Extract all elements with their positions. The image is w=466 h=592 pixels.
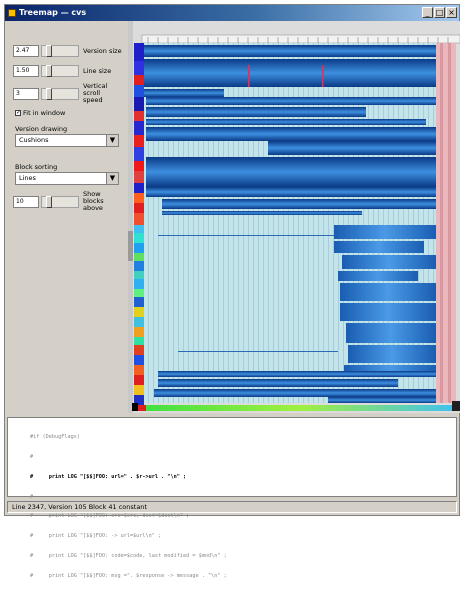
block-sorting-label: Block sorting bbox=[15, 163, 58, 171]
line-size-control: 1.50 Line size bbox=[13, 65, 111, 77]
minimize-button[interactable]: _ bbox=[422, 7, 433, 18]
slider-thumb[interactable] bbox=[46, 45, 52, 57]
code-line: # bbox=[30, 493, 34, 500]
window-title: Treemap — cvs bbox=[19, 8, 87, 17]
fit-window-checkbox[interactable]: ✓ Fit in window bbox=[15, 109, 65, 117]
version-size-slider[interactable] bbox=[41, 45, 79, 57]
version-drawing-label: Version drawing bbox=[15, 125, 68, 133]
version-drawing-select[interactable]: Cushions ▼ bbox=[15, 134, 119, 147]
code-line: # print LOG "[$$]FOO: code=$code, last m… bbox=[30, 552, 227, 559]
show-blocks-label: Show blocks above bbox=[83, 190, 104, 212]
vertical-scroll-value[interactable]: 3 bbox=[13, 87, 39, 100]
code-line: # print LOG "[$$]FOO: -> url=$url\n" ; bbox=[30, 533, 162, 540]
status-text: Line 2347, Version 105 Block 41 constant bbox=[12, 503, 147, 511]
code-line: # bbox=[30, 453, 34, 460]
show-blocks-value[interactable]: 10 bbox=[13, 195, 39, 208]
code-line: # print LOG "[$$]FOO: msg =". $response … bbox=[30, 572, 227, 579]
block-sorting-value: Lines bbox=[19, 174, 36, 182]
settings-panel: 2.47 Version size 1.50 Line size 3 Verti… bbox=[5, 21, 128, 413]
checkbox-box[interactable]: ✓ bbox=[15, 110, 21, 116]
version-blocks[interactable] bbox=[144, 43, 456, 403]
source-code-panel[interactable]: #if (DebugFlags) # # print LOG "[$$]FOO:… bbox=[7, 417, 457, 579]
app-window: Treemap — cvs _ □ × 2.47 Version size 1.… bbox=[4, 4, 460, 579]
marker-icon bbox=[138, 405, 146, 411]
app-icon bbox=[8, 9, 16, 17]
chevron-down-icon[interactable]: ▼ bbox=[106, 173, 118, 184]
version-size-value[interactable]: 2.47 bbox=[13, 45, 39, 57]
color-legend-column bbox=[134, 43, 144, 405]
slider-thumb[interactable] bbox=[46, 65, 52, 77]
version-drawing-value: Cushions bbox=[19, 136, 49, 144]
version-size-label: Version size bbox=[83, 46, 122, 55]
maximize-button[interactable]: □ bbox=[434, 7, 445, 18]
line-size-value[interactable]: 1.50 bbox=[13, 65, 39, 77]
treemap-canvas[interactable] bbox=[128, 21, 460, 413]
chevron-down-icon[interactable]: ▼ bbox=[106, 135, 118, 146]
line-size-slider[interactable] bbox=[41, 65, 79, 77]
slider-thumb[interactable] bbox=[46, 87, 52, 100]
show-blocks-slider[interactable] bbox=[41, 195, 79, 208]
status-bar: Line 2347, Version 105 Block 41 constant bbox=[7, 501, 457, 513]
right-arrow-icon[interactable] bbox=[452, 401, 460, 411]
left-arrow-icon[interactable] bbox=[132, 403, 138, 411]
fit-window-label: Fit in window bbox=[23, 109, 66, 117]
code-line: # print LOG "[$$]FOO: src=$src, dest=$de… bbox=[30, 513, 190, 520]
vertical-scroll-label: Vertical scroll speed bbox=[83, 82, 108, 104]
title-bar: Treemap — cvs _ □ × bbox=[5, 5, 459, 21]
version-timeline-strip bbox=[144, 405, 456, 411]
vertical-scroll-control: 3 Vertical scroll speed bbox=[13, 83, 117, 104]
close-button[interactable]: × bbox=[446, 7, 457, 18]
block-sorting-select[interactable]: Lines ▼ bbox=[15, 172, 119, 185]
version-size-control: 2.47 Version size bbox=[13, 45, 122, 57]
slider-thumb[interactable] bbox=[46, 195, 52, 208]
code-line-highlighted: # print LOG "[$$]FOO: url=" . $r->url . … bbox=[30, 473, 187, 480]
version-treemap-view[interactable] bbox=[128, 21, 460, 413]
show-blocks-control: 10 Show blocks above bbox=[13, 191, 117, 212]
line-size-label: Line size bbox=[83, 66, 112, 75]
code-line: #if (DebugFlags) bbox=[30, 434, 80, 441]
vertical-scroll-slider[interactable] bbox=[41, 87, 79, 100]
